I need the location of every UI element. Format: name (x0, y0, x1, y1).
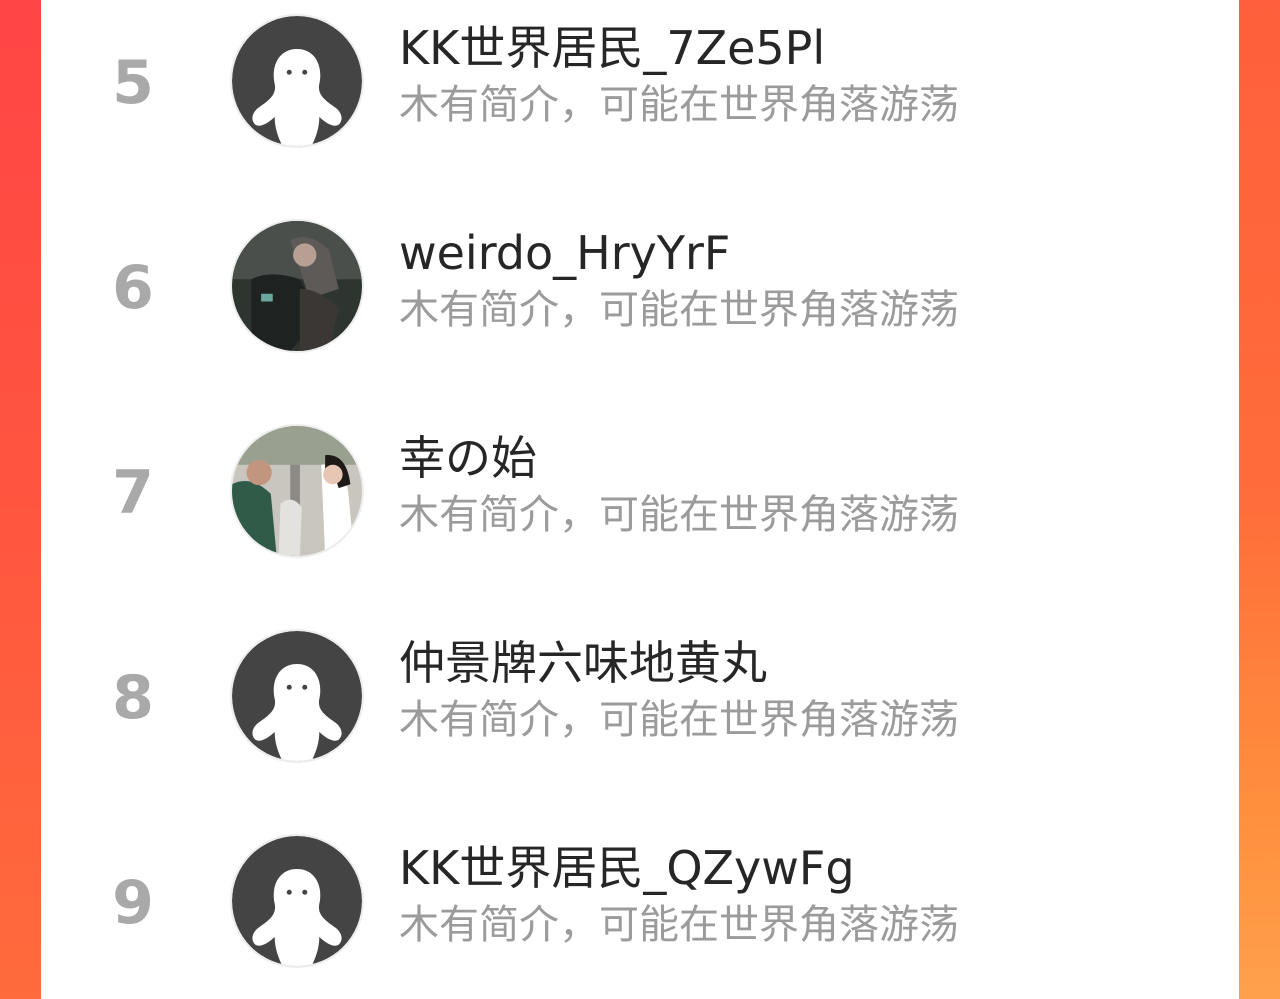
ranking-row[interactable]: 6 weirdo_HryYrF 木有简介，可能在世界角落游荡 (41, 213, 1239, 363)
background-left-edge (0, 0, 41, 999)
default-avatar-icon[interactable] (230, 14, 364, 148)
user-name[interactable]: 仲景牌六味地黄丸 (399, 637, 767, 689)
ranking-row[interactable]: 8 仲景牌六味地黄丸 木有简介，可能在世界角落游荡 (41, 623, 1239, 773)
rank-number: 5 (112, 48, 154, 118)
user-description: 木有简介，可能在世界角落游荡 (399, 82, 959, 128)
user-description: 木有简介，可能在世界角落游荡 (399, 492, 959, 538)
default-avatar-icon[interactable] (230, 834, 364, 968)
user-description: 木有简介，可能在世界角落游荡 (399, 902, 959, 948)
user-name[interactable]: KK世界居民_7Ze5Pl (399, 22, 825, 74)
rank-number: 8 (112, 663, 154, 733)
user-name[interactable]: 幸の始 (399, 432, 537, 484)
photo-avatar-dark[interactable] (230, 219, 364, 353)
ranking-row[interactable]: 9 KK世界居民_QZywFg 木有简介，可能在世界角落游荡 (41, 828, 1239, 978)
background-right-edge (1239, 0, 1280, 999)
photo-avatar-couple[interactable] (230, 424, 364, 558)
rank-number: 9 (112, 868, 154, 938)
user-name[interactable]: KK世界居民_QZywFg (399, 842, 855, 894)
rank-number: 6 (112, 253, 154, 323)
ranking-row[interactable]: 7 幸の始 木有简介，可能在世界角落游荡 (41, 418, 1239, 568)
default-avatar-icon[interactable] (230, 629, 364, 763)
user-description: 木有简介，可能在世界角落游荡 (399, 697, 959, 743)
rank-number: 7 (112, 458, 154, 528)
ranking-row[interactable]: 5 KK世界居民_7Ze5Pl 木有简介，可能在世界角落游荡 (41, 8, 1239, 158)
user-description: 木有简介，可能在世界角落游荡 (399, 287, 959, 333)
ranking-list-panel[interactable]: 5 KK世界居民_7Ze5Pl 木有简介，可能在世界角落游荡 6 weirdo_… (41, 0, 1239, 999)
user-name[interactable]: weirdo_HryYrF (399, 227, 730, 279)
